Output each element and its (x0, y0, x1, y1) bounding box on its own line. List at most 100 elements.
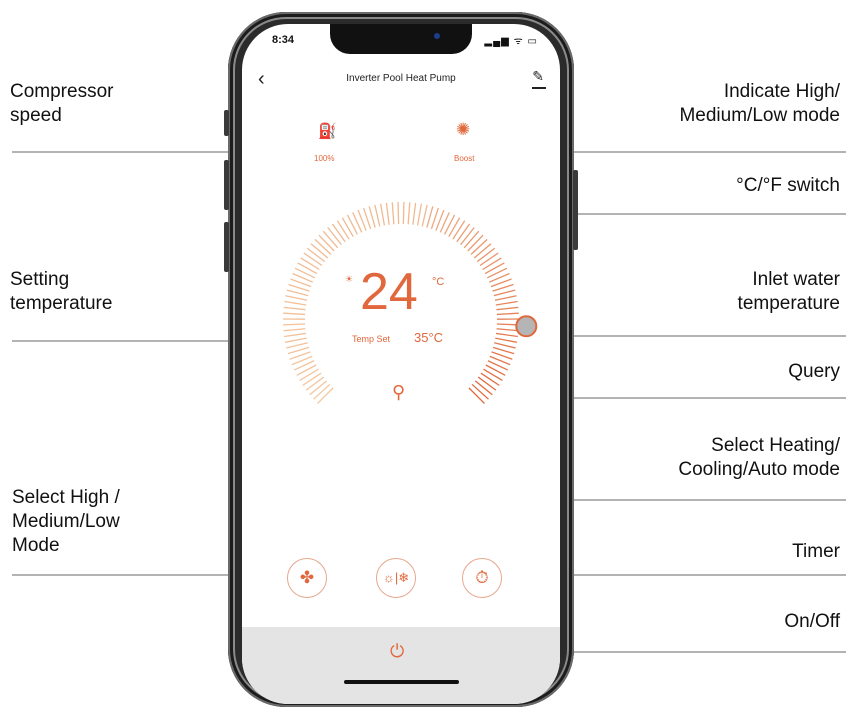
dial-tick (369, 206, 375, 227)
heat-cool-mode-button[interactable]: ☼|❄ (376, 558, 416, 598)
label-on-off: On/Off (784, 610, 840, 634)
dial-tick (283, 329, 305, 331)
bottom-bar (242, 627, 560, 704)
dial-tick (471, 239, 487, 254)
label-select-heating-cooling: Select Heating/ Cooling/Auto mode (678, 434, 840, 482)
dial-tick (468, 235, 483, 251)
dial-tick (496, 307, 518, 309)
dial-tick (300, 369, 319, 380)
dial-tick (284, 333, 306, 336)
dial-tick (495, 296, 517, 301)
dial-tick (303, 373, 321, 385)
dial-tick (283, 324, 305, 325)
mute-switch (224, 110, 229, 136)
dial-tick (398, 202, 399, 224)
app-screen: 8:34 ▂▄▆ ᯤ ▭ ‹ Inverter Pool Heat Pump ✎… (242, 24, 560, 704)
dial-tick (422, 205, 427, 226)
dial-tick (413, 203, 416, 225)
dial-tick (469, 388, 485, 404)
label-compressor-speed: Compressor speed (10, 80, 113, 128)
temperature-dial[interactable] (242, 24, 560, 444)
dial-tick (485, 263, 504, 274)
fan-mode-button[interactable]: ✤ (287, 558, 327, 598)
power-button[interactable]: ⏻ (390, 641, 404, 662)
home-indicator (344, 680, 459, 684)
dial-tick (457, 224, 470, 242)
temp-set-label: Temp Set (352, 334, 390, 344)
dial-tick (494, 343, 515, 348)
dial-tick (408, 202, 410, 224)
dial-tick (494, 290, 515, 296)
volume-up-button (224, 160, 229, 210)
mode-indicator-icon: ☀ (345, 274, 353, 285)
dial-tick (477, 248, 494, 261)
sun-snowflake-icon: ☼|❄ (383, 570, 409, 586)
dial-tick (286, 343, 307, 348)
dial-tick (464, 231, 478, 248)
dial-tick (306, 377, 324, 390)
dial-tick (310, 381, 327, 395)
dial-tick (418, 204, 422, 226)
set-temperature-value: 24 (360, 262, 418, 322)
dial-tick (495, 338, 517, 342)
dial-tick (332, 224, 345, 242)
dial-tick (286, 296, 308, 301)
stopwatch-icon: ⏱ (475, 568, 488, 588)
dial-tick (472, 384, 488, 399)
query-search-icon[interactable]: ⚲ (392, 382, 405, 403)
dial-tick (342, 218, 353, 237)
dial-tick (323, 231, 337, 248)
dial-tick (285, 338, 307, 342)
dial-tick (318, 388, 334, 404)
dial-tick (319, 235, 334, 251)
label-timer: Timer (792, 540, 840, 564)
volume-down-button (224, 222, 229, 272)
dial-tick (497, 313, 519, 314)
dial-tick (480, 253, 498, 265)
dial-tick (475, 381, 492, 395)
dial-tick (307, 248, 324, 261)
dial-tick (496, 333, 518, 336)
inlet-water-temp-value: 35°C (414, 330, 443, 345)
dial-tick (386, 203, 389, 225)
dial-tick (284, 307, 306, 309)
label-select-fan-mode: Select High / Medium/Low Mode (12, 486, 120, 558)
dial-tick (453, 221, 465, 240)
dial-tick (381, 204, 385, 226)
dial-tick (297, 365, 316, 375)
dial-tick (298, 263, 317, 274)
dial-tick (315, 239, 331, 254)
dial-tick (283, 313, 305, 314)
dial-tick (288, 347, 309, 353)
label-query: Query (788, 360, 840, 384)
dial-tick (497, 329, 519, 331)
dial-tick (478, 377, 496, 390)
timer-button[interactable]: ⏱ (462, 558, 502, 598)
dial-tick (284, 302, 306, 305)
dial-tick (287, 290, 308, 296)
label-indicate-mode: Indicate High/ Medium/Low mode (679, 80, 840, 128)
dial-tick (483, 258, 502, 270)
dial-tick (483, 369, 502, 380)
dial-knob (516, 316, 536, 336)
dial-tick (493, 347, 514, 353)
side-power-button (573, 170, 578, 250)
dial-tick (496, 302, 518, 305)
dial-tick (375, 205, 380, 226)
dial-tick (311, 244, 328, 258)
dial-tick (445, 215, 455, 235)
dial-tick (347, 215, 357, 235)
dial-tick (301, 258, 320, 270)
label-inlet-water-temperature: Inlet water temperature (738, 268, 840, 316)
dial-tick (427, 206, 433, 227)
dial-tick (481, 373, 499, 385)
fan-icon: ✤ (300, 568, 314, 588)
dial-tick (304, 253, 322, 265)
dial-tick (486, 365, 505, 375)
dial-tick (337, 221, 349, 240)
dial-tick (461, 227, 475, 244)
dial-tick (474, 244, 491, 258)
unit-switch[interactable]: °C (432, 276, 444, 288)
dial-tick (314, 384, 330, 399)
label-setting-temperature: Setting temperature (10, 268, 112, 316)
